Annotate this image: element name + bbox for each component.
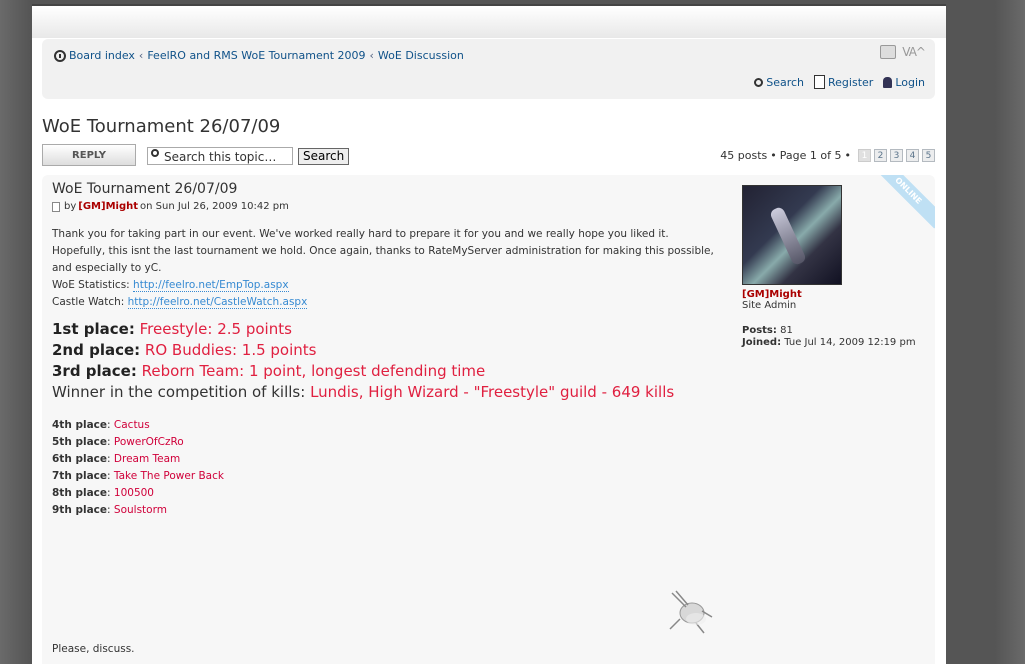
castle-watch-label: Castle Watch: xyxy=(52,296,128,308)
register-label: Register xyxy=(828,75,874,89)
place-value: Soulstorm xyxy=(113,504,167,516)
post-date: on Sun Jul 26, 2009 10:42 pm xyxy=(140,201,289,212)
place-row: 8th place: 100500 xyxy=(52,487,154,499)
place-label: 2nd place: xyxy=(52,341,141,359)
breadcrumb-separator: ‹ xyxy=(369,49,374,62)
place-value: Dream Team xyxy=(113,453,181,465)
login-icon xyxy=(883,76,893,88)
register-link[interactable]: Register xyxy=(814,75,873,89)
place-value: Lundis, High Wizard - "Freestyle" guild … xyxy=(310,383,675,401)
font-size-icon[interactable]: VA^ xyxy=(902,45,926,59)
breadcrumb-subforum[interactable]: WoE Discussion xyxy=(378,49,464,62)
post-author-line: by [GM]Might on Sun Jul 26, 2009 10:42 p… xyxy=(52,201,722,212)
profile-rank: Site Admin xyxy=(742,300,797,311)
register-icon xyxy=(814,75,826,89)
page-link[interactable]: 4 xyxy=(906,149,919,162)
place-value: Freestyle: 2.5 points xyxy=(139,320,292,338)
reply-button[interactable]: REPLY xyxy=(42,144,136,166)
post-intro: Thank you for taking part in our event. … xyxy=(52,228,714,274)
profile-name[interactable]: [GM]Might xyxy=(742,289,922,300)
place-row: 2nd place: RO Buddies: 1.5 points xyxy=(52,340,722,361)
place-label: 3rd place: xyxy=(52,362,137,380)
place-value: Take The Power Back xyxy=(113,470,224,482)
posts-label: Posts: xyxy=(742,325,777,336)
search-icon xyxy=(754,77,764,87)
spider-emoticon-icon xyxy=(669,590,713,634)
topic-search-button[interactable]: Search xyxy=(298,148,350,165)
page-link[interactable]: 3 xyxy=(890,149,903,162)
pagination-separator: • xyxy=(770,149,777,162)
place-row: 3rd place: Reborn Team: 1 point, longest… xyxy=(52,361,722,382)
place-row: 4th place: Cactus xyxy=(52,419,150,431)
breadcrumb-forum[interactable]: FeelRO and RMS WoE Tournament 2009 xyxy=(147,49,365,62)
place-label: 4th place xyxy=(52,419,108,431)
post-content: Thank you for taking part in our event. … xyxy=(52,226,722,519)
by-label: by xyxy=(64,201,77,212)
place-label: 1st place: xyxy=(52,320,135,338)
top-places: 1st place: Freestyle: 2.5 points 2nd pla… xyxy=(52,319,722,403)
search-link[interactable]: Search xyxy=(754,75,804,89)
breadcrumb-separator: ‹ xyxy=(138,49,144,62)
login-link[interactable]: Login xyxy=(883,75,925,89)
joined-label: Joined: xyxy=(742,337,782,348)
place-label: 9th place xyxy=(52,504,108,516)
home-icon xyxy=(54,49,66,62)
place-value: PowerOfCzRo xyxy=(113,436,184,448)
profile-posts: Posts: 81 xyxy=(742,325,922,337)
place-row: 7th place: Take The Power Back xyxy=(52,470,224,482)
place-value: Reborn Team: 1 point, longest defending … xyxy=(141,362,486,380)
top-band xyxy=(32,4,946,38)
user-links: Search Register Login xyxy=(754,75,925,89)
login-label: Login xyxy=(895,75,925,89)
woe-statistics-link[interactable]: http://feelro.net/EmpTop.aspx xyxy=(133,279,289,292)
author-profile: [GM]Might Site Admin Posts: 81 Joined: T… xyxy=(742,185,922,349)
joined-value: Tue Jul 14, 2009 12:19 pm xyxy=(784,337,916,348)
page-tools: VA^ xyxy=(880,45,926,59)
place-label: 5th place xyxy=(52,436,108,448)
page-link-current: 1 xyxy=(858,149,871,162)
place-value: Cactus xyxy=(113,419,150,431)
post-title[interactable]: WoE Tournament 26/07/09 xyxy=(52,181,722,197)
topic-actions: REPLY Search 45 posts • Page 1 of 5 • 1 … xyxy=(42,144,935,170)
place-row: 5th place: PowerOfCzRo xyxy=(52,436,184,448)
post-body: WoE Tournament 26/07/09 by [GM]Might on … xyxy=(52,181,722,519)
place-row: 6th place: Dream Team xyxy=(52,453,181,465)
print-icon[interactable] xyxy=(880,45,897,59)
post-icon[interactable] xyxy=(52,201,60,212)
page-link[interactable]: 5 xyxy=(922,149,935,162)
search-label: Search xyxy=(766,75,805,89)
pagination: 45 posts • Page 1 of 5 • 1 2 3 4 5 xyxy=(720,149,935,162)
topic-search-input[interactable] xyxy=(147,147,293,165)
castle-watch-line: Castle Watch: http://feelro.net/CastleWa… xyxy=(52,294,722,311)
breadcrumb-board-index[interactable]: Board index xyxy=(69,49,135,62)
page-link[interactable]: 2 xyxy=(874,149,887,162)
woe-statistics-label: WoE Statistics: xyxy=(52,279,134,291)
woe-statistics-line: WoE Statistics: http://feelro.net/EmpTop… xyxy=(52,277,722,294)
castle-watch-link[interactable]: http://feelro.net/CastleWatch.aspx xyxy=(127,296,308,309)
other-places: 4th place: Cactus 5th place: PowerOfCzRo… xyxy=(52,417,722,519)
place-row: Winner in the competition of kills: Lund… xyxy=(52,382,722,403)
place-label: 7th place xyxy=(52,470,108,482)
post-closing: Please, discuss. xyxy=(52,643,135,655)
profile-joined: Joined: Tue Jul 14, 2009 12:19 pm xyxy=(742,337,922,349)
avatar xyxy=(742,185,842,285)
page-indicator: Page 1 of 5 xyxy=(779,149,842,162)
place-label: 6th place xyxy=(52,453,108,465)
post-count: 45 posts xyxy=(720,149,768,162)
search-icon xyxy=(151,149,159,157)
place-label: 8th place xyxy=(52,487,108,499)
place-row: 9th place: Soulstorm xyxy=(52,504,167,516)
author-link[interactable]: [GM]Might xyxy=(78,201,138,212)
page: Board index ‹ FeelRO and RMS WoE Tournam… xyxy=(32,4,946,664)
posts-value[interactable]: 81 xyxy=(780,325,793,336)
place-label: Winner in the competition of kills: xyxy=(52,383,306,401)
navbar: Board index ‹ FeelRO and RMS WoE Tournam… xyxy=(42,39,935,99)
post: WoE Tournament 26/07/09 by [GM]Might on … xyxy=(42,175,935,664)
topic-title[interactable]: WoE Tournament 26/07/09 xyxy=(42,116,280,137)
breadcrumb: Board index ‹ FeelRO and RMS WoE Tournam… xyxy=(54,49,464,62)
place-row: 1st place: Freestyle: 2.5 points xyxy=(52,319,722,340)
place-value: 100500 xyxy=(113,487,154,499)
place-value: RO Buddies: 1.5 points xyxy=(144,341,317,359)
pagination-separator: • xyxy=(844,149,852,162)
